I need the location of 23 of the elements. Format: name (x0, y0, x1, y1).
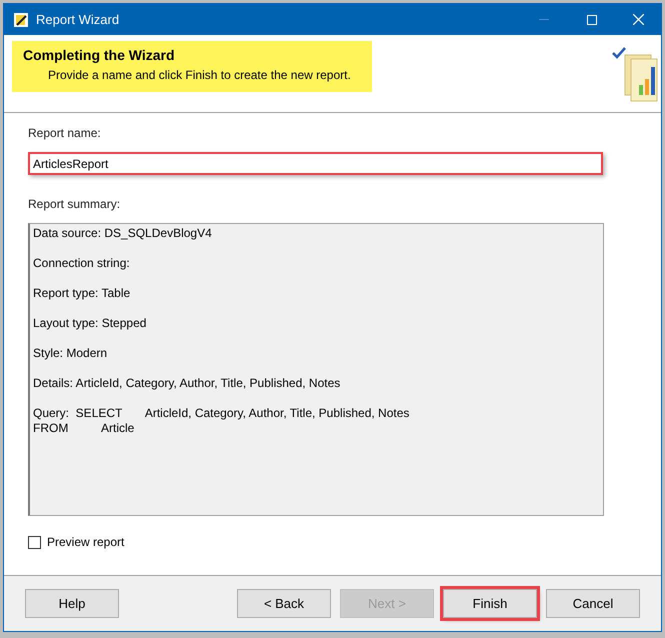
dialog-button[interactable]: Finish (443, 589, 537, 618)
dialog-button[interactable]: Cancel (546, 589, 640, 618)
checkbox-label: Preview report (47, 534, 124, 551)
summary-line: Query: SELECT ArticleId, Category, Author, Title, Published, Notes (33, 406, 410, 421)
field-label: Report name: (28, 125, 102, 142)
summary-line: Style: Modern (33, 346, 108, 361)
close-icon[interactable] (633, 14, 644, 25)
dialog-button[interactable]: < Back (237, 589, 331, 618)
header-subtitle: Provide a name and click Finish to create the new report. (47, 67, 352, 84)
summary-line: Details: ArticleId, Category, Author, Title, Published, Notes (33, 376, 342, 391)
maximize-icon[interactable] (587, 14, 597, 24)
summary-line: Data source: DS_SQLDevBlogV4 (33, 226, 213, 241)
summary-line: Layout type: Stepped (33, 316, 148, 331)
summary-line: Connection string: (33, 256, 131, 271)
report-name-field[interactable]: ArticlesReport (28, 152, 603, 175)
header-title: Completing the Wizard (23, 46, 176, 65)
dialog-button[interactable]: Help (25, 589, 119, 618)
window-title: Report Wizard (36, 10, 120, 29)
wizard-icon (14, 12, 28, 26)
summary-line: FROM Article (33, 421, 136, 436)
field-label: Report summary: (28, 196, 122, 213)
summary-line: Report type: Table (33, 286, 132, 301)
checkbox[interactable] (28, 536, 41, 548)
